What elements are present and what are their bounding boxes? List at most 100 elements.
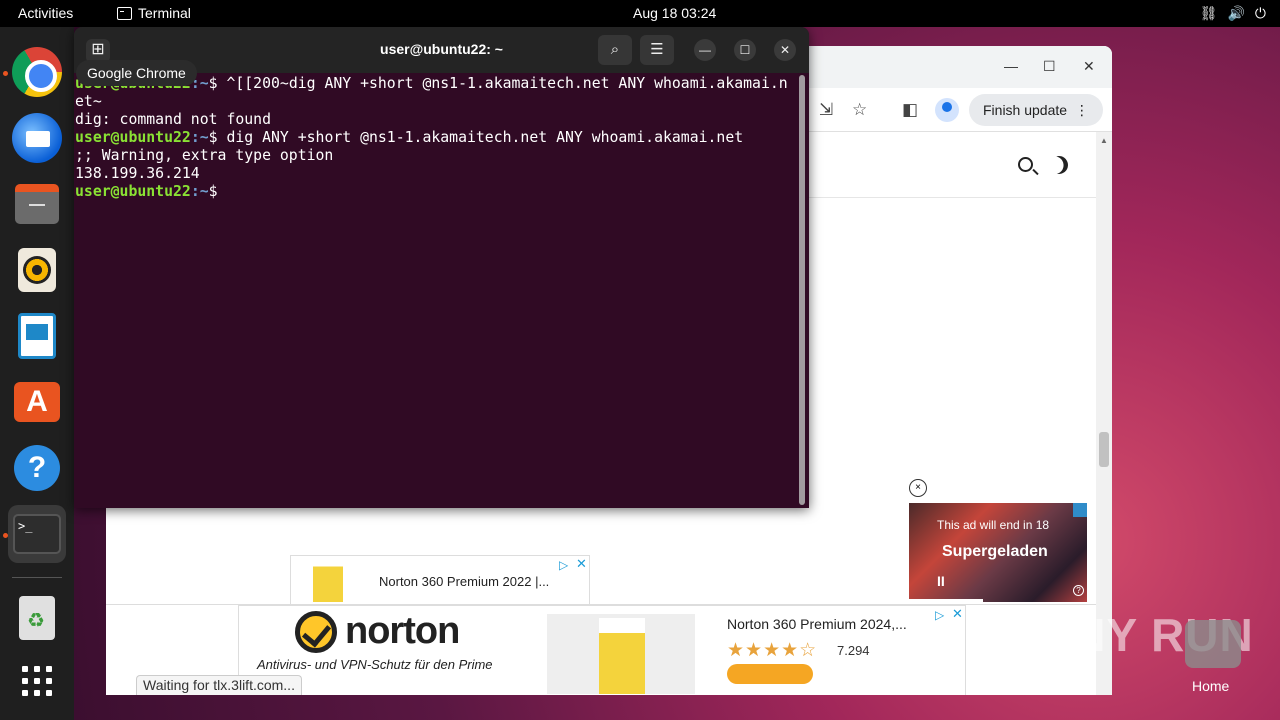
norton-check-icon bbox=[295, 610, 337, 653]
norton-logo: norton bbox=[295, 610, 460, 653]
app-center-icon: A bbox=[14, 382, 60, 422]
rating-stars: ★★★★☆ bbox=[727, 640, 818, 661]
dock-chrome[interactable] bbox=[8, 43, 66, 101]
terminal-line: ;; Warning, extra type option bbox=[75, 147, 795, 165]
search-icon: ⌕ bbox=[610, 41, 620, 58]
profile-avatar[interactable] bbox=[935, 98, 959, 122]
terminal-line: 138.199.36.214 bbox=[75, 165, 795, 183]
terminal-window: ⊞ user@ubuntu22: ~ ⌕ ☰ — ☐ ✕ user@ubuntu… bbox=[74, 27, 809, 508]
ad-cta-button[interactable] bbox=[727, 664, 813, 684]
ad-close-button[interactable]: × bbox=[909, 479, 927, 497]
dock-app-center[interactable]: A bbox=[8, 373, 66, 431]
norton-wordmark: norton bbox=[345, 610, 460, 652]
chrome-icon bbox=[12, 47, 62, 97]
line-text: $ ^[[200~dig ANY +short @ns1-1.akamaitec… bbox=[208, 75, 788, 92]
scrollbar-thumb[interactable] bbox=[1099, 432, 1109, 467]
bookmark-star-icon[interactable]: ☆ bbox=[852, 100, 867, 120]
writer-icon bbox=[18, 313, 56, 359]
minimize-button[interactable]: — bbox=[1004, 58, 1018, 74]
ad-headline: Supergeladen bbox=[942, 543, 1048, 560]
dock-trash[interactable] bbox=[8, 589, 66, 647]
dock-thunderbird[interactable] bbox=[8, 109, 66, 167]
terminal-line: user@ubuntu22:~$ bbox=[75, 183, 795, 201]
side-panel-icon[interactable]: ◧ bbox=[902, 100, 918, 120]
app-menu[interactable]: Terminal bbox=[117, 5, 191, 21]
finish-update-button[interactable]: Finish update ⋮ bbox=[969, 94, 1103, 126]
menu-button[interactable]: ☰ bbox=[640, 35, 674, 65]
thunderbird-icon bbox=[12, 113, 62, 163]
dock-files[interactable] bbox=[8, 175, 66, 233]
pause-icon[interactable]: II bbox=[937, 573, 945, 589]
terminal-line: user@ubuntu22:~$ dig ANY +short @ns1-1.a… bbox=[75, 129, 795, 147]
minimize-button[interactable]: — bbox=[694, 39, 716, 61]
terminal-line: dig: command not found bbox=[75, 111, 795, 129]
activities-button[interactable]: Activities bbox=[18, 5, 73, 21]
finish-update-label: Finish update bbox=[983, 102, 1068, 118]
dark-mode-icon[interactable] bbox=[1047, 153, 1072, 178]
terminal-output[interactable]: user@ubuntu22:~$ ^[[200~dig ANY +short @… bbox=[75, 75, 795, 201]
ad-close-icon[interactable]: ✕ bbox=[952, 606, 963, 622]
dock-terminal[interactable]: >_ bbox=[8, 505, 66, 563]
ad-progress bbox=[909, 599, 983, 602]
dock-separator bbox=[12, 577, 62, 578]
ad-tagline: Antivirus- und VPN-Schutz für den Prime bbox=[257, 657, 493, 672]
line-text: dig: command not found bbox=[75, 111, 271, 128]
line-text: $ bbox=[208, 183, 227, 200]
search-icon[interactable] bbox=[1018, 157, 1033, 172]
prompt-path: :~ bbox=[190, 129, 209, 146]
network-icon: ⛓ bbox=[1199, 5, 1218, 21]
status-bar: Waiting for tlx.3lift.com... bbox=[136, 675, 302, 695]
files-icon bbox=[15, 184, 59, 224]
dock-help[interactable]: ? bbox=[8, 439, 66, 497]
ad-banner-title[interactable]: Norton 360 Premium 2024,... bbox=[727, 616, 907, 632]
maximize-button[interactable]: ☐ bbox=[734, 39, 756, 61]
dock-tooltip: Google Chrome bbox=[76, 60, 197, 86]
apps-grid-icon bbox=[22, 666, 52, 696]
close-button[interactable]: ✕ bbox=[1083, 58, 1095, 75]
ad-close-icon[interactable]: ✕ bbox=[576, 556, 587, 572]
prompt-path: :~ bbox=[190, 183, 209, 200]
line-text: ;; Warning, extra type option bbox=[75, 147, 334, 164]
line-text: $ dig ANY +short @ns1-1.akamaitech.net A… bbox=[208, 129, 744, 146]
terminal-scrollbar[interactable] bbox=[799, 75, 805, 505]
home-label: Home bbox=[1192, 678, 1230, 694]
trash-icon bbox=[19, 596, 55, 640]
adchoices-icon[interactable] bbox=[1073, 503, 1087, 517]
clock[interactable]: Aug 18 03:24 bbox=[633, 5, 716, 21]
product-image bbox=[313, 560, 343, 602]
volume-icon: 🔊 bbox=[1227, 5, 1245, 21]
top-bar: Activities Terminal Aug 18 03:24 ⛓ 🔊 ⏻ bbox=[0, 0, 1280, 27]
help-icon: ? bbox=[14, 445, 60, 491]
adchoices-icon[interactable]: ▷ bbox=[935, 608, 944, 622]
install-icon[interactable]: ⇲ bbox=[819, 100, 833, 120]
terminal-icon bbox=[117, 6, 132, 20]
hamburger-icon: ☰ bbox=[650, 41, 664, 58]
dock-writer[interactable] bbox=[8, 307, 66, 365]
ad-countdown: This ad will end in 18 bbox=[937, 518, 1050, 532]
ad-small-title[interactable]: Norton 360 Premium 2022 |... bbox=[379, 574, 549, 589]
terminal-icon: >_ bbox=[13, 514, 61, 554]
adchoices-icon[interactable]: ▷ bbox=[559, 558, 568, 572]
prompt-user: user@ubuntu22 bbox=[75, 129, 191, 146]
ad-banner-frame[interactable]: norton Antivirus- und VPN-Schutz für den… bbox=[238, 605, 966, 695]
home-folder-icon[interactable] bbox=[1185, 620, 1241, 668]
dock-rhythmbox[interactable] bbox=[8, 241, 66, 299]
dock: A ? >_ bbox=[0, 27, 74, 720]
video-ad[interactable]: This ad will end in 18 Supergeladen II ? bbox=[909, 503, 1087, 602]
ad-small[interactable]: Norton 360 Premium 2022 |... ▷ ✕ bbox=[290, 555, 590, 605]
maximize-button[interactable]: ☐ bbox=[1043, 58, 1056, 75]
power-icon: ⏻ bbox=[1254, 5, 1266, 21]
prompt-user: user@ubuntu22 bbox=[75, 183, 191, 200]
line-text: 138.199.36.214 bbox=[75, 165, 200, 182]
search-button[interactable]: ⌕ bbox=[598, 35, 632, 65]
rating-count: 7.294 bbox=[837, 643, 870, 658]
close-button[interactable]: ✕ bbox=[774, 39, 796, 61]
line-text: et~ bbox=[75, 93, 102, 110]
app-menu-label: Terminal bbox=[138, 5, 191, 21]
rhythmbox-icon bbox=[18, 248, 56, 292]
show-apps-button[interactable] bbox=[8, 652, 66, 710]
system-tray[interactable]: ⛓ 🔊 ⏻ bbox=[1200, 5, 1266, 22]
info-icon[interactable]: ? bbox=[1073, 585, 1084, 596]
scroll-up-icon[interactable]: ▲ bbox=[1100, 136, 1108, 145]
product-image bbox=[547, 614, 695, 694]
